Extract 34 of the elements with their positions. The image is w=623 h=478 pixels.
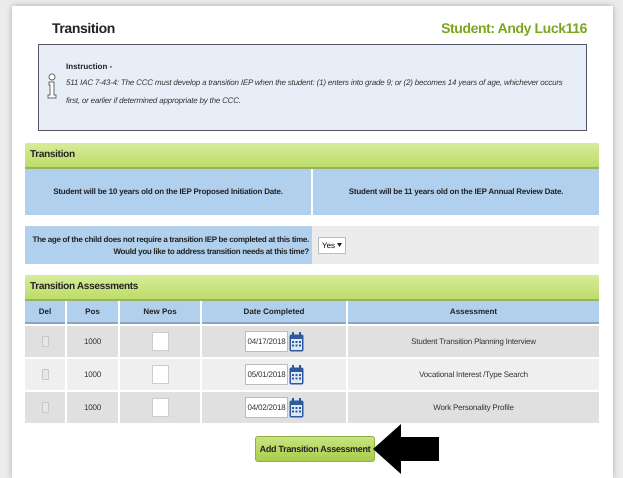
column-header: Date Completed <box>202 301 346 324</box>
student-name: Student: Andy Luck116 <box>441 20 587 36</box>
column-header: Pos <box>67 301 118 324</box>
instruction-text: 511 IAC 7-43-4: The CCC must develop a transition IEP when the student: (1) enters into grade 9; or (2) becomes 14 years of age, whichever occurs first, or earlier if determined appropriate by the CCC. <box>66 76 564 107</box>
new-position-checkbox[interactable] <box>152 398 168 417</box>
yes-no-dropdown[interactable]: Yes <box>318 236 346 254</box>
column-header: Del <box>25 301 65 324</box>
table-cell: 1000 <box>84 337 101 346</box>
info-icon <box>46 72 58 98</box>
new-position-checkbox[interactable] <box>152 365 168 384</box>
arrow-icon <box>373 424 440 474</box>
date-field[interactable]: 05/01/2018 <box>244 364 288 385</box>
table-cell: Vocational Interest /Type Search <box>419 370 528 379</box>
new-position-checkbox[interactable] <box>152 332 168 351</box>
section-header: Transition <box>25 143 599 169</box>
column-header: Assessment <box>348 301 599 324</box>
calendar-icon[interactable] <box>288 364 304 384</box>
table-cell: Work Personality Profile <box>433 403 514 412</box>
table-cell: Student Transition Planning Interview <box>411 337 536 346</box>
age-note: Student will be 11 years old on the IEP Annual Review Date. <box>313 169 599 215</box>
calendar-icon[interactable] <box>288 332 304 352</box>
age-note: Student will be 10 years old on the IEP Proposed Initiation Date. <box>25 169 311 215</box>
question-text: The age of the child does not require a transition IEP be completed at this time. Would you like to address transition needs at this time? <box>25 226 312 264</box>
section-header: Transition Assessments <box>25 275 599 301</box>
instruction-heading: Instruction - <box>66 62 114 70</box>
date-field[interactable]: 04/02/2018 <box>244 397 288 418</box>
add-assessment-button[interactable]: Add Transition Assessment <box>254 436 376 462</box>
date-field[interactable]: 04/17/2018 <box>244 331 288 352</box>
table-cell: 1000 <box>84 370 101 379</box>
table-cell: 1000 <box>84 403 101 412</box>
calendar-icon[interactable] <box>288 398 304 418</box>
column-header: New Pos <box>120 301 200 324</box>
dropdown-caret-icon <box>337 243 342 247</box>
page-title: Transition <box>52 20 115 36</box>
